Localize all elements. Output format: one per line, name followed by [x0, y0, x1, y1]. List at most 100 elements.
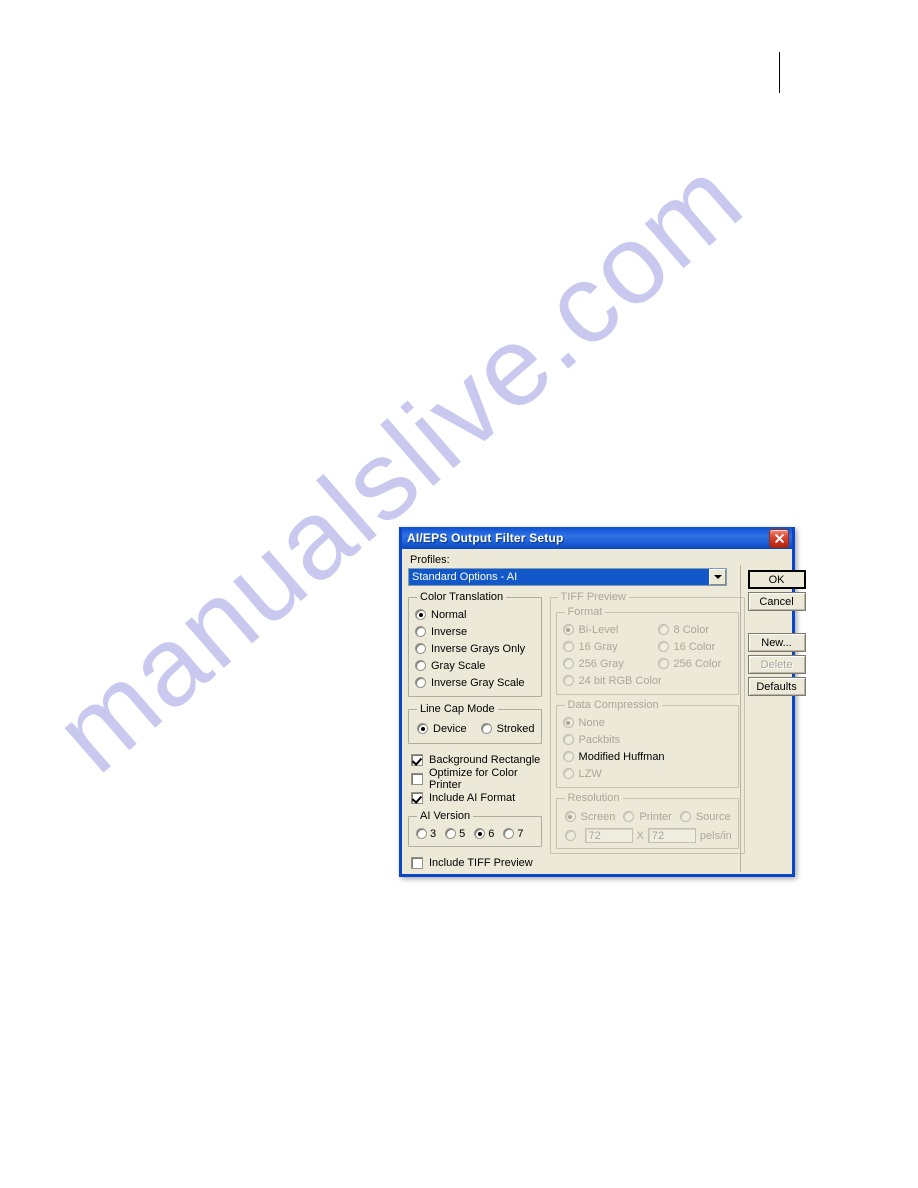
- close-icon[interactable]: [769, 528, 789, 548]
- button-spacer: [748, 614, 806, 633]
- dialog-title: AI/EPS Output Filter Setup: [407, 531, 564, 545]
- radio-label: Packbits: [578, 733, 621, 746]
- radio-device[interactable]: Device: [417, 720, 467, 737]
- radio-label: Device: [433, 722, 467, 735]
- radio-16-gray[interactable]: 16 Gray: [562, 638, 658, 655]
- resolution-height-input[interactable]: 72: [647, 828, 696, 843]
- radio-modified-huffman[interactable]: Modified Huffman: [562, 748, 732, 765]
- radio-indicator: [657, 641, 669, 652]
- dialog-body: Profiles: Standard Options - AI Color Tr…: [402, 549, 806, 874]
- radio-indicator: [564, 811, 576, 822]
- radio-label: Source: [695, 810, 731, 823]
- radio-16-color[interactable]: 16 Color: [657, 638, 732, 655]
- profiles-selected-value: Standard Options - AI: [409, 569, 709, 585]
- line-cap-mode-group: Line Cap Mode Device Stroked: [408, 703, 542, 744]
- resolution-legend: Resolution: [567, 792, 620, 804]
- radio-256-color[interactable]: 256 Color: [657, 655, 732, 672]
- profiles-label: Profiles:: [410, 554, 450, 566]
- radio-label: Inverse: [431, 625, 468, 638]
- radio-inverse-grays-only[interactable]: Inverse Grays Only: [415, 640, 535, 657]
- radio-8-color[interactable]: 8 Color: [657, 621, 732, 638]
- radio-label: Inverse Grays Only: [431, 642, 526, 655]
- checkbox-label: Background Rectangle: [429, 753, 541, 766]
- radio-indicator: [474, 828, 486, 839]
- radio-label: Gray Scale: [431, 659, 486, 672]
- radio-lzw[interactable]: LZW: [562, 765, 732, 782]
- cancel-button[interactable]: Cancel: [747, 592, 806, 611]
- ai-version-group: AI Version 3 5 6 7: [408, 810, 542, 847]
- radio-label: Stroked: [496, 722, 535, 735]
- radio-label: Normal: [431, 608, 467, 621]
- resolution-units-label: pels/in: [699, 829, 732, 842]
- radio-indicator: [623, 811, 635, 822]
- resolution-width-input[interactable]: 72: [584, 828, 633, 843]
- radio-screen[interactable]: Screen: [564, 808, 616, 825]
- checkbox-optimize-for-color-printer[interactable]: Optimize for Color Printer: [411, 766, 542, 791]
- radio-packbits[interactable]: Packbits: [562, 731, 732, 748]
- radio-indicator: [562, 641, 574, 652]
- margin-change-bar: [779, 52, 780, 93]
- document-page: manualslive.com AI/EPS Output Filter Set…: [0, 0, 918, 1188]
- tiff-preview-group: TIFF Preview Format Bi-Level 8 Color 16 …: [549, 591, 745, 854]
- radio-none[interactable]: None: [562, 714, 732, 731]
- radio-256-gray[interactable]: 256 Gray: [562, 655, 658, 672]
- radio-label: 5: [459, 827, 466, 840]
- radio-label: 256 Color: [673, 657, 722, 670]
- radio-label: Screen: [580, 810, 616, 823]
- checkbox-label: Optimize for Color Printer: [429, 766, 518, 791]
- radio-ai-version-6[interactable]: 6: [474, 826, 494, 841]
- chevron-down-icon[interactable]: [709, 569, 726, 585]
- radio-ai-version-7[interactable]: 7: [503, 826, 524, 841]
- checkbox-include-ai-format[interactable]: Include AI Format: [411, 788, 542, 807]
- radio-ai-version-5[interactable]: 5: [445, 826, 465, 841]
- radio-source[interactable]: Source: [679, 808, 731, 825]
- dialog-titlebar[interactable]: AI/EPS Output Filter Setup: [402, 527, 792, 549]
- new-button[interactable]: New...: [747, 633, 806, 652]
- radio-label: Modified Huffman: [578, 750, 665, 763]
- radio-indicator: [657, 624, 669, 635]
- format-legend: Format: [567, 606, 603, 618]
- data-compression-group: Data Compression None Packbits Modified …: [555, 699, 739, 788]
- radio-indicator: [562, 624, 574, 635]
- radio-indicator: [415, 643, 426, 654]
- checkbox-label: Include TIFF Preview: [429, 856, 533, 869]
- radio-gray-scale[interactable]: Gray Scale: [415, 657, 535, 674]
- radio-label: None: [578, 716, 605, 729]
- radio-indicator: [562, 734, 574, 745]
- radio-ai-version-3[interactable]: 3: [416, 826, 436, 841]
- radio-indicator: [562, 768, 574, 779]
- radio-indicator: [416, 828, 427, 839]
- radio-stroked[interactable]: Stroked: [480, 720, 535, 737]
- radio-label: 7: [517, 827, 524, 840]
- checkbox-indicator: [411, 772, 423, 785]
- resolution-separator: X: [636, 829, 644, 842]
- radio-label: 24 bit RGB Color: [578, 674, 662, 687]
- defaults-button[interactable]: Defaults: [747, 677, 806, 696]
- tiff-preview-column: TIFF Preview Format Bi-Level 8 Color 16 …: [549, 591, 745, 860]
- checkbox-label: Include AI Format: [429, 791, 516, 804]
- data-compression-legend: Data Compression: [567, 699, 659, 711]
- radio-indicator: [445, 828, 457, 839]
- radio-printer[interactable]: Printer: [623, 808, 672, 825]
- checkbox-indicator: [411, 791, 423, 804]
- radio-label: 3: [430, 827, 437, 840]
- radio-label: Bi-Level: [578, 623, 619, 636]
- ai-version-legend: AI Version: [420, 810, 471, 822]
- radio-inverse[interactable]: Inverse: [415, 623, 535, 640]
- radio-inverse-gray-scale[interactable]: Inverse Gray Scale: [415, 674, 535, 691]
- checkbox-include-tiff-preview[interactable]: Include TIFF Preview: [411, 853, 542, 872]
- left-options-column: Color Translation Normal Inverse Inverse…: [408, 591, 542, 872]
- radio-label: 16 Gray: [578, 640, 618, 653]
- line-cap-mode-legend: Line Cap Mode: [420, 703, 495, 715]
- radio-indicator: [503, 828, 515, 839]
- profiles-combobox[interactable]: Standard Options - AI: [408, 568, 727, 586]
- tiff-preview-legend: TIFF Preview: [560, 591, 626, 603]
- ai-eps-output-filter-setup-dialog: AI/EPS Output Filter Setup Profiles: Sta…: [399, 527, 806, 877]
- radio-indicator: [657, 658, 669, 669]
- radio-custom-resolution[interactable]: [564, 830, 576, 841]
- ok-button[interactable]: OK: [747, 570, 806, 589]
- dialog-button-column: OK Cancel New... Delete Defaults: [739, 565, 806, 872]
- radio-normal[interactable]: Normal: [415, 606, 535, 623]
- radio-24-bit-rgb-color[interactable]: 24 bit RGB Color: [562, 672, 732, 689]
- radio-bi-level[interactable]: Bi-Level: [562, 621, 658, 638]
